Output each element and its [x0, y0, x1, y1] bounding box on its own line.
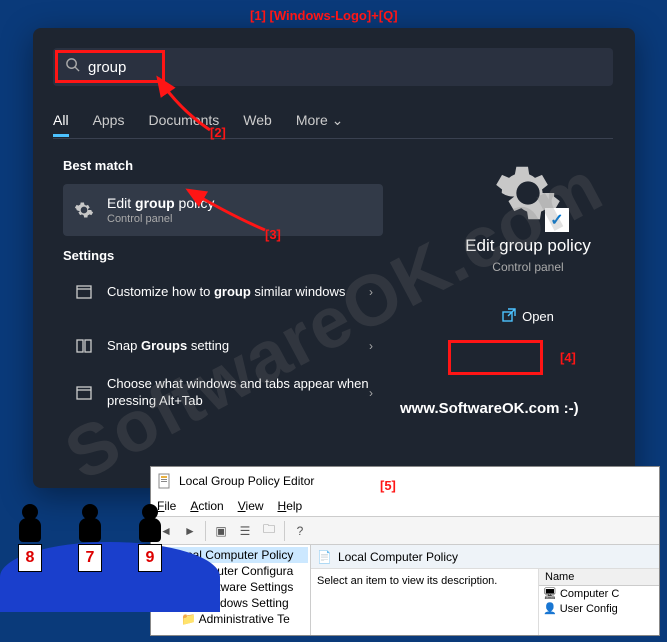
tab-all[interactable]: All [53, 106, 69, 137]
tabs-divider [53, 138, 613, 139]
list-item-computer[interactable]: 🖥 Computer C [539, 586, 659, 601]
menu-view[interactable]: View [238, 499, 264, 513]
gear-icon [73, 199, 95, 221]
windows-search-panel: group All Apps Documents Web More ⌄ Best… [33, 28, 635, 488]
figure-9: 9 [130, 504, 170, 572]
section-settings: Settings [63, 248, 114, 263]
tree-admin-templates[interactable]: 📁 Administrative Te [153, 611, 308, 627]
content-description: Select an item to view its description. [311, 569, 539, 635]
tab-web[interactable]: Web [243, 106, 272, 137]
window-icon [73, 386, 95, 400]
annotation-2: [2] [210, 125, 226, 140]
section-best-match: Best match [63, 158, 133, 173]
setting-customize-group[interactable]: Customize how to group similar windows › [63, 278, 383, 307]
content-header: 📄 Local Computer Policy [311, 545, 659, 569]
chevron-right-icon: › [369, 386, 373, 400]
annotation-4: [4] [560, 350, 576, 365]
highlight-box-search [55, 50, 165, 83]
tab-more[interactable]: More ⌄ [296, 106, 344, 137]
detail-subtitle: Control panel [423, 260, 633, 274]
watermark-url: www.SoftwareOK.com :-) [400, 400, 579, 417]
content-header-icon: 📄 [317, 550, 332, 564]
arrow-3 [180, 185, 270, 235]
result-detail-pane: Edit group policy Control panel Open [423, 158, 633, 330]
toolbar-refresh-button[interactable]: 🗀 [258, 520, 280, 542]
open-button[interactable]: Open [486, 302, 571, 330]
detail-title: Edit group policy [423, 236, 633, 256]
annotation-5: [5] [380, 478, 396, 493]
content-list: Name 🖥 Computer C 👤 User Config [539, 569, 659, 635]
chevron-right-icon: › [369, 285, 373, 299]
checkmark-badge-icon [545, 208, 569, 232]
chevron-down-icon: ⌄ [332, 112, 344, 128]
lgpe-content: 📄 Local Computer Policy Select an item t… [311, 545, 659, 635]
open-external-icon [502, 308, 516, 325]
open-label: Open [522, 309, 554, 324]
column-name[interactable]: Name [539, 569, 659, 586]
chevron-right-icon: › [369, 339, 373, 353]
local-group-policy-editor-window: Local Group Policy Editor File Action Vi… [150, 466, 660, 636]
snap-icon [73, 339, 95, 353]
lgpe-menubar: File Action View Help [151, 495, 659, 517]
lgpe-toolbar: ◄ ► ▣ ☰ 🗀 ? [151, 517, 659, 545]
setting-snap-groups[interactable]: Snap Groups setting › [63, 332, 383, 361]
toolbar-help-button[interactable]: ? [289, 520, 311, 542]
setting-alt-tab[interactable]: Choose what windows and tabs appear when… [63, 370, 383, 416]
window-icon [73, 285, 95, 299]
tab-apps[interactable]: Apps [93, 106, 125, 137]
toolbar-properties-button[interactable]: ☰ [234, 520, 256, 542]
lgpe-titlebar: Local Group Policy Editor [151, 467, 659, 495]
list-item-user[interactable]: 👤 User Config [539, 601, 659, 616]
gear-large-icon [493, 158, 563, 228]
annotation-1: [1] [Windows-Logo]+[Q] [250, 8, 398, 23]
figure-8: 8 [10, 504, 50, 572]
mascot-figures: 8 7 9 [0, 482, 200, 612]
menu-help[interactable]: Help [278, 499, 303, 513]
highlight-box-open [448, 340, 543, 375]
toolbar-up-button[interactable]: ▣ [210, 520, 232, 542]
annotation-3: [3] [265, 227, 281, 242]
figure-7: 7 [70, 504, 110, 572]
